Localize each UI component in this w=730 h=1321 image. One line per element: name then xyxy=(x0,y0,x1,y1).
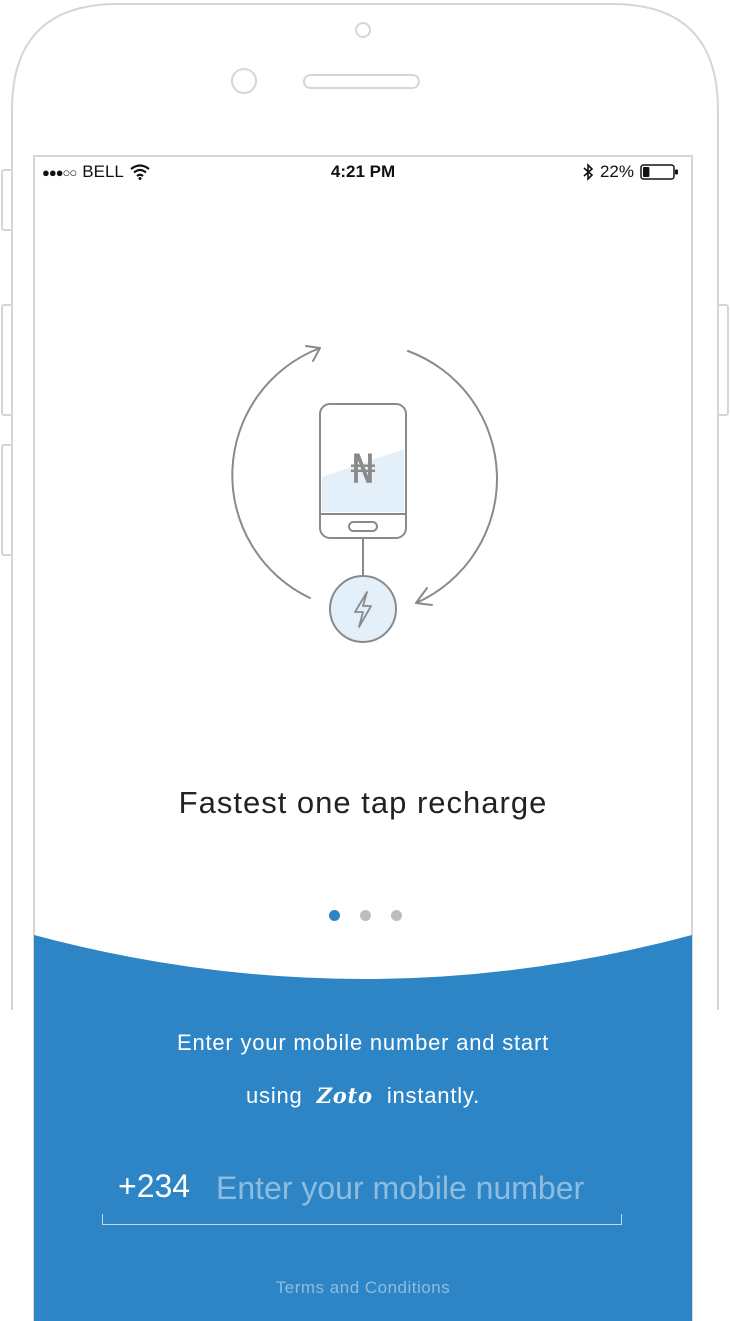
page-dot-2[interactable] xyxy=(359,910,371,921)
bluetooth-icon xyxy=(583,163,594,181)
signup-message-suffix: instantly. xyxy=(386,1083,481,1108)
smartphone-icon: ₦ xyxy=(319,403,407,539)
cycle-arrow-top-icon xyxy=(231,347,321,599)
carousel-headline: Fastest one tap recharge xyxy=(178,785,548,820)
zoto-logo: Zoto xyxy=(316,1083,373,1108)
page-dot-3[interactable] xyxy=(390,910,402,921)
page-dot-1[interactable] xyxy=(328,910,340,921)
signup-message-line1: Enter your mobile number and start xyxy=(176,1030,550,1055)
signup-message-line2: using Zoto instantly. xyxy=(34,1083,692,1109)
page-indicator[interactable] xyxy=(0,910,730,921)
signup-message-prefix: using xyxy=(245,1083,303,1108)
status-bar: ●●●○○ BELL 4:21 PM 22% xyxy=(34,160,692,184)
battery-percent: 22% xyxy=(599,162,634,181)
input-underline xyxy=(102,1214,622,1225)
recharge-illustration: ₦ xyxy=(231,345,498,643)
country-code[interactable]: +234 xyxy=(118,1168,190,1205)
cycle-arrow-bottom-icon xyxy=(407,350,498,604)
mobile-number-input[interactable] xyxy=(214,1165,618,1211)
battery-icon xyxy=(640,164,678,180)
terms-and-conditions-link[interactable]: Terms and Conditions xyxy=(34,1278,692,1298)
signup-panel-background xyxy=(34,935,692,1321)
naira-symbol: ₦ xyxy=(350,447,375,493)
lightning-bolt-icon xyxy=(329,575,397,643)
